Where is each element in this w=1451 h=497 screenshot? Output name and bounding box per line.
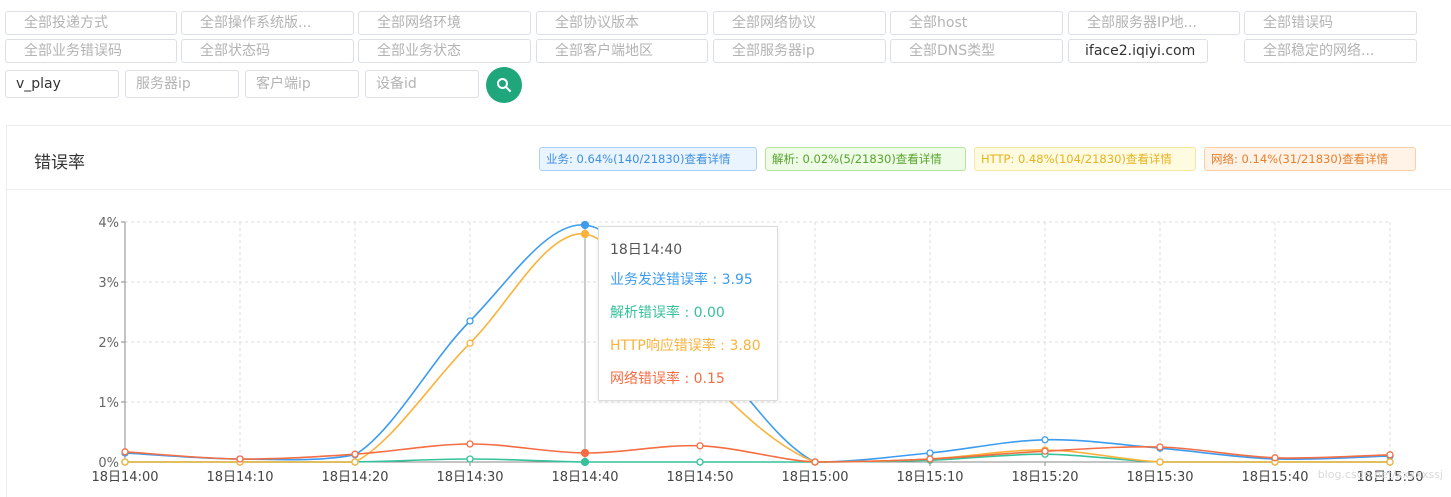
- x-tick-label: 18日15:10: [896, 470, 963, 485]
- data-point: [351, 450, 359, 458]
- data-point: [121, 448, 129, 456]
- x-tick-label: 18日15:30: [1126, 470, 1193, 485]
- y-tick-label: 3%: [98, 276, 119, 291]
- x-tick-label: 18日14:40: [551, 470, 618, 485]
- data-point: [580, 448, 590, 458]
- x-tick-label: 18日15:20: [1011, 470, 1078, 485]
- data-point: [1041, 436, 1049, 444]
- y-tick-label: 4%: [98, 216, 119, 231]
- tooltip-http-rate: HTTP响应错误率 : 3.80: [610, 338, 761, 354]
- data-point: [580, 229, 590, 239]
- data-point: [1271, 454, 1279, 462]
- data-point: [1156, 443, 1164, 451]
- x-tick-label: 18日14:00: [91, 470, 158, 485]
- x-tick-label: 18日14:50: [666, 470, 733, 485]
- y-tick-label: 0%: [98, 456, 119, 471]
- tooltip-dns-rate: 解析错误率 : 0.00: [610, 305, 725, 321]
- data-point: [696, 458, 704, 466]
- tooltip-time: 18日14:40: [610, 242, 683, 258]
- data-point: [466, 455, 474, 463]
- data-point: [696, 442, 704, 450]
- tooltip-network-rate: 网络错误率 : 0.15: [610, 371, 725, 387]
- data-point: [1156, 458, 1164, 466]
- x-tick-label: 18日14:10: [206, 470, 273, 485]
- data-point: [811, 458, 819, 466]
- y-tick-label: 2%: [98, 336, 119, 351]
- x-tick-label: 18日15:40: [1241, 470, 1308, 485]
- data-point: [1386, 458, 1394, 466]
- data-point: [121, 458, 129, 466]
- data-point: [351, 458, 359, 466]
- tooltip-business-rate: 业务发送错误率 : 3.95: [610, 272, 753, 288]
- x-tick-label: 18日14:30: [436, 470, 503, 485]
- x-tick-label: 18日15:00: [781, 470, 848, 485]
- x-tick-label: 18日14:20: [321, 470, 388, 485]
- watermark: blog.csdn.net/xxxxxssj: [1317, 468, 1443, 481]
- data-point: [926, 455, 934, 463]
- data-point: [466, 317, 474, 325]
- data-point: [1386, 451, 1394, 459]
- chart-tooltip: 18日14:40 业务发送错误率 : 3.95 解析错误率 : 0.00 HTT…: [598, 226, 778, 401]
- data-point: [580, 220, 590, 230]
- data-point: [580, 457, 590, 467]
- data-point: [466, 339, 474, 347]
- y-tick-label: 1%: [98, 396, 119, 411]
- data-point: [1041, 447, 1049, 455]
- data-point: [926, 449, 934, 457]
- dns-rate-line: [125, 453, 1390, 463]
- data-point: [236, 455, 244, 463]
- data-point: [466, 440, 474, 448]
